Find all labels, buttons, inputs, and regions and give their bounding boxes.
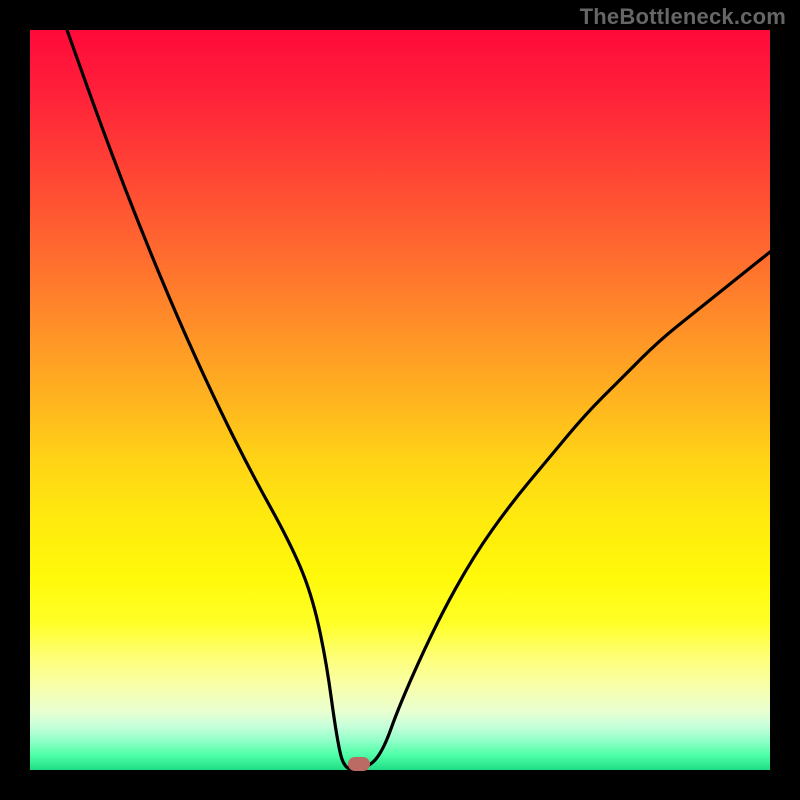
watermark-text: TheBottleneck.com [580, 4, 786, 30]
curve-path [67, 30, 770, 770]
chart-frame: TheBottleneck.com [0, 0, 800, 800]
bottleneck-curve [30, 30, 770, 770]
plot-area [30, 30, 770, 770]
optimal-point-marker [348, 757, 370, 771]
